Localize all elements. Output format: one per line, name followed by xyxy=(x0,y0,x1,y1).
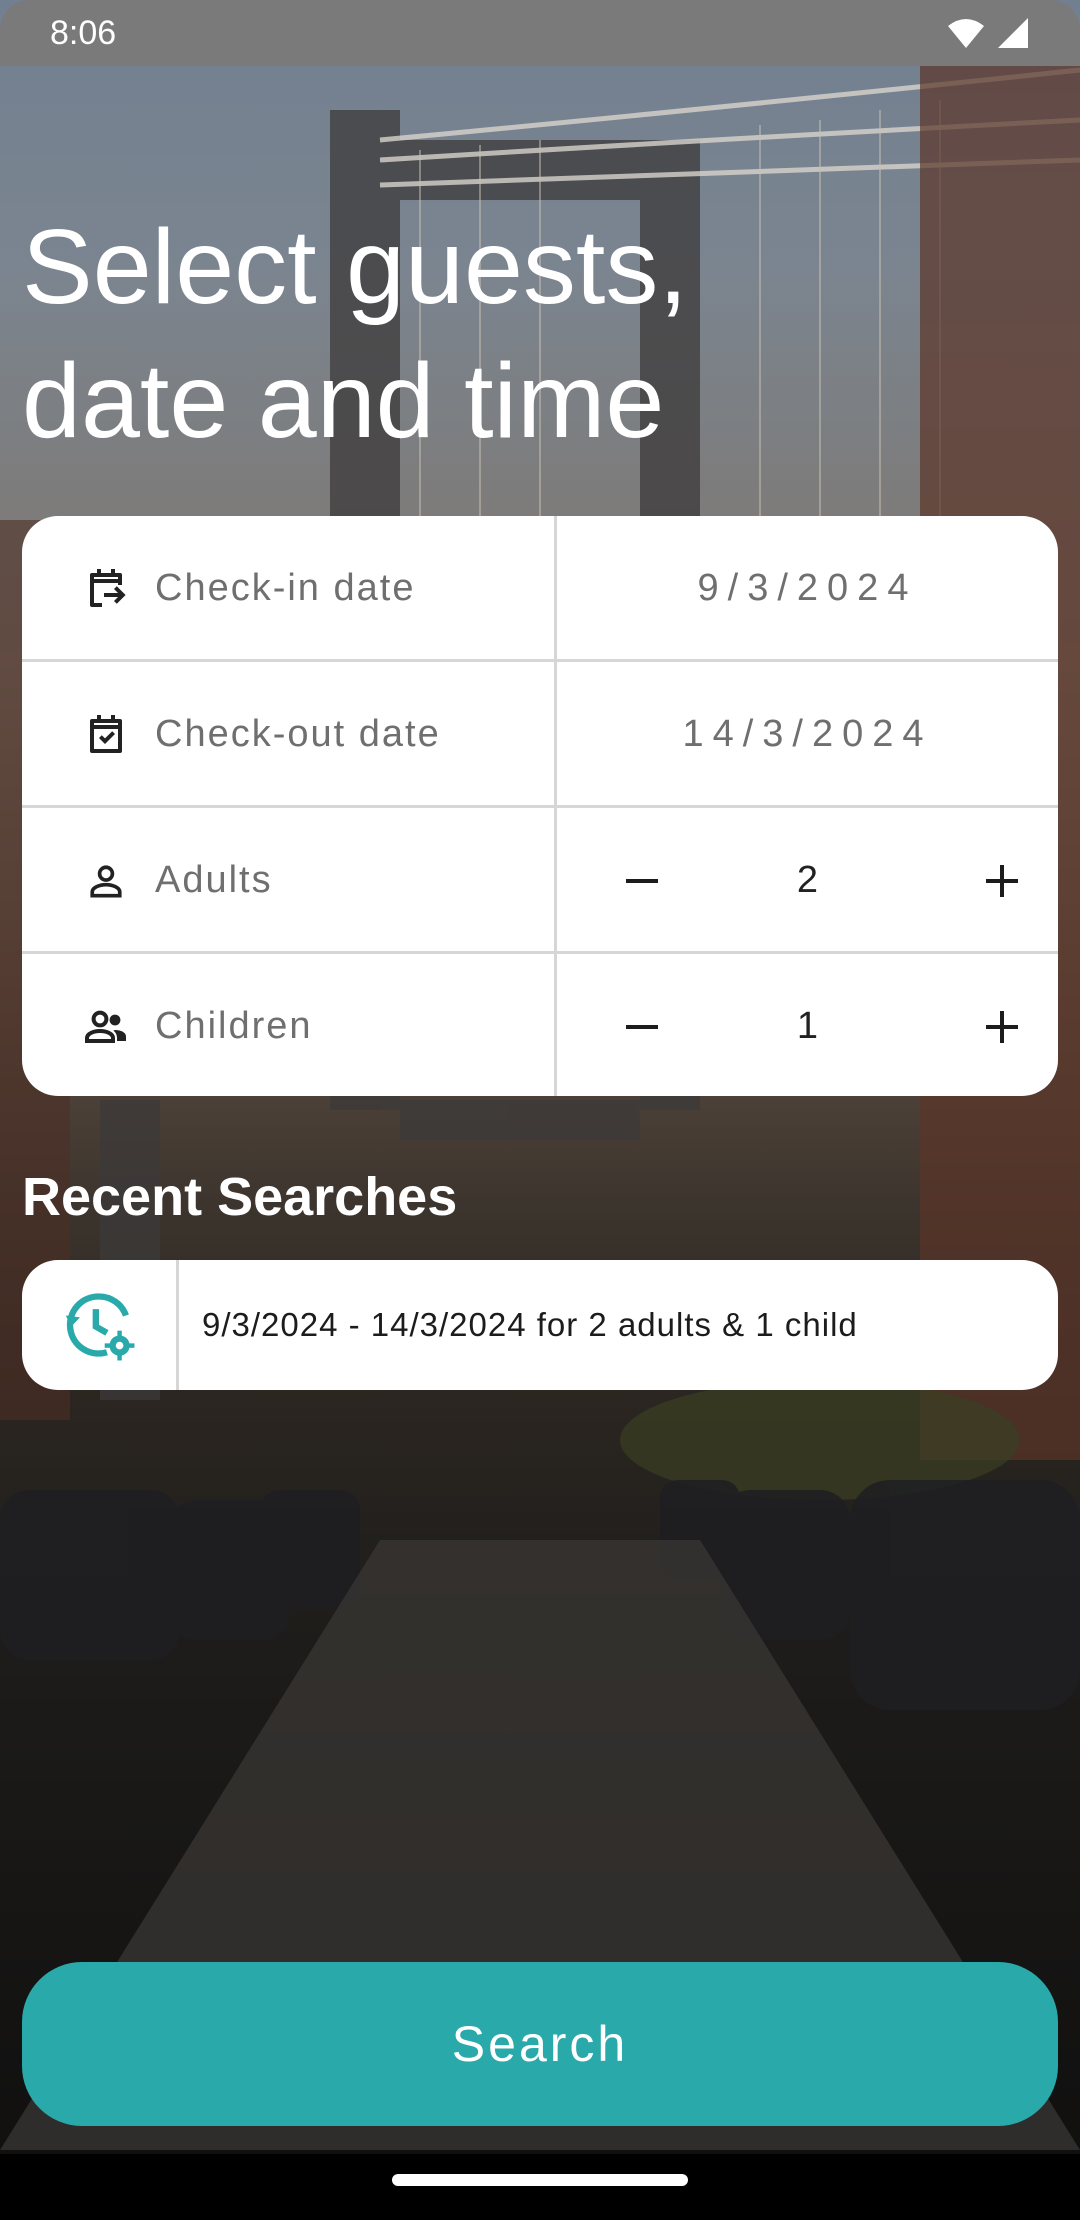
minus-icon xyxy=(626,878,658,883)
recent-search-item[interactable]: 9/3/2024 - 14/3/2024 for 2 adults & 1 ch… xyxy=(22,1260,1058,1390)
calendar-check-icon xyxy=(80,709,132,761)
status-bar: 8:06 xyxy=(0,0,1080,66)
page-title: Select guests, date and time xyxy=(22,200,1022,468)
children-decrement-button[interactable] xyxy=(607,992,677,1062)
search-button[interactable]: Search xyxy=(22,1962,1058,2126)
children-label-cell: Children xyxy=(22,954,554,1096)
recent-search-text[interactable]: 9/3/2024 - 14/3/2024 for 2 adults & 1 ch… xyxy=(202,1260,858,1390)
children-row: Children 1 xyxy=(22,954,1058,1096)
adults-increment-button[interactable] xyxy=(967,846,1037,916)
adults-row: Adults 2 xyxy=(22,808,1058,953)
adults-decrement-button[interactable] xyxy=(607,846,677,916)
children-stepper: 1 xyxy=(557,954,1058,1096)
checkin-label: Check-in date xyxy=(155,567,416,609)
recent-icon-cell xyxy=(22,1260,176,1390)
page-title-line-1: Select guests, xyxy=(22,208,688,326)
person-icon xyxy=(80,855,132,907)
page-title-line-2: date and time xyxy=(22,342,665,460)
children-increment-button[interactable] xyxy=(967,992,1037,1062)
plus-icon xyxy=(986,1010,1018,1043)
checkin-label-cell: Check-in date xyxy=(22,516,554,661)
adults-stepper: 2 xyxy=(557,808,1058,953)
plus-icon xyxy=(986,864,1018,897)
children-count: 1 xyxy=(796,1005,819,1047)
booking-form-card: Check-in date 9/3/2024 Check-out date 14… xyxy=(22,516,1058,1096)
status-time: 8:06 xyxy=(50,13,117,52)
minus-icon xyxy=(626,1024,658,1029)
home-gesture-handle[interactable] xyxy=(392,2174,688,2186)
checkout-row[interactable]: Check-out date 14/3/2024 xyxy=(22,662,1058,807)
checkin-row[interactable]: Check-in date 9/3/2024 xyxy=(22,516,1058,661)
checkout-date-value[interactable]: 14/3/2024 xyxy=(682,713,932,756)
checkout-label: Check-out date xyxy=(155,713,441,755)
signal-icon xyxy=(998,18,1028,48)
adults-count: 2 xyxy=(796,859,819,901)
adults-label: Adults xyxy=(155,859,273,901)
calendar-checkin-icon xyxy=(80,563,132,615)
checkin-date-field[interactable]: 9/3/2024 xyxy=(557,516,1058,661)
wifi-icon xyxy=(948,19,984,48)
children-label: Children xyxy=(155,1005,313,1047)
navigation-bar xyxy=(0,2154,1080,2220)
checkin-date-value[interactable]: 9/3/2024 xyxy=(698,567,918,610)
adults-label-cell: Adults xyxy=(22,808,554,953)
checkout-date-field[interactable]: 14/3/2024 xyxy=(557,662,1058,807)
status-icons xyxy=(946,16,1030,50)
recent-divider xyxy=(176,1260,179,1390)
recent-searches-title: Recent Searches xyxy=(22,1167,458,1227)
screen: 8:06 Select guests, date and time Check-… xyxy=(0,0,1080,2220)
history-settings-icon xyxy=(65,1293,135,1361)
group-icon xyxy=(80,1001,132,1053)
checkout-label-cell: Check-out date xyxy=(22,662,554,807)
